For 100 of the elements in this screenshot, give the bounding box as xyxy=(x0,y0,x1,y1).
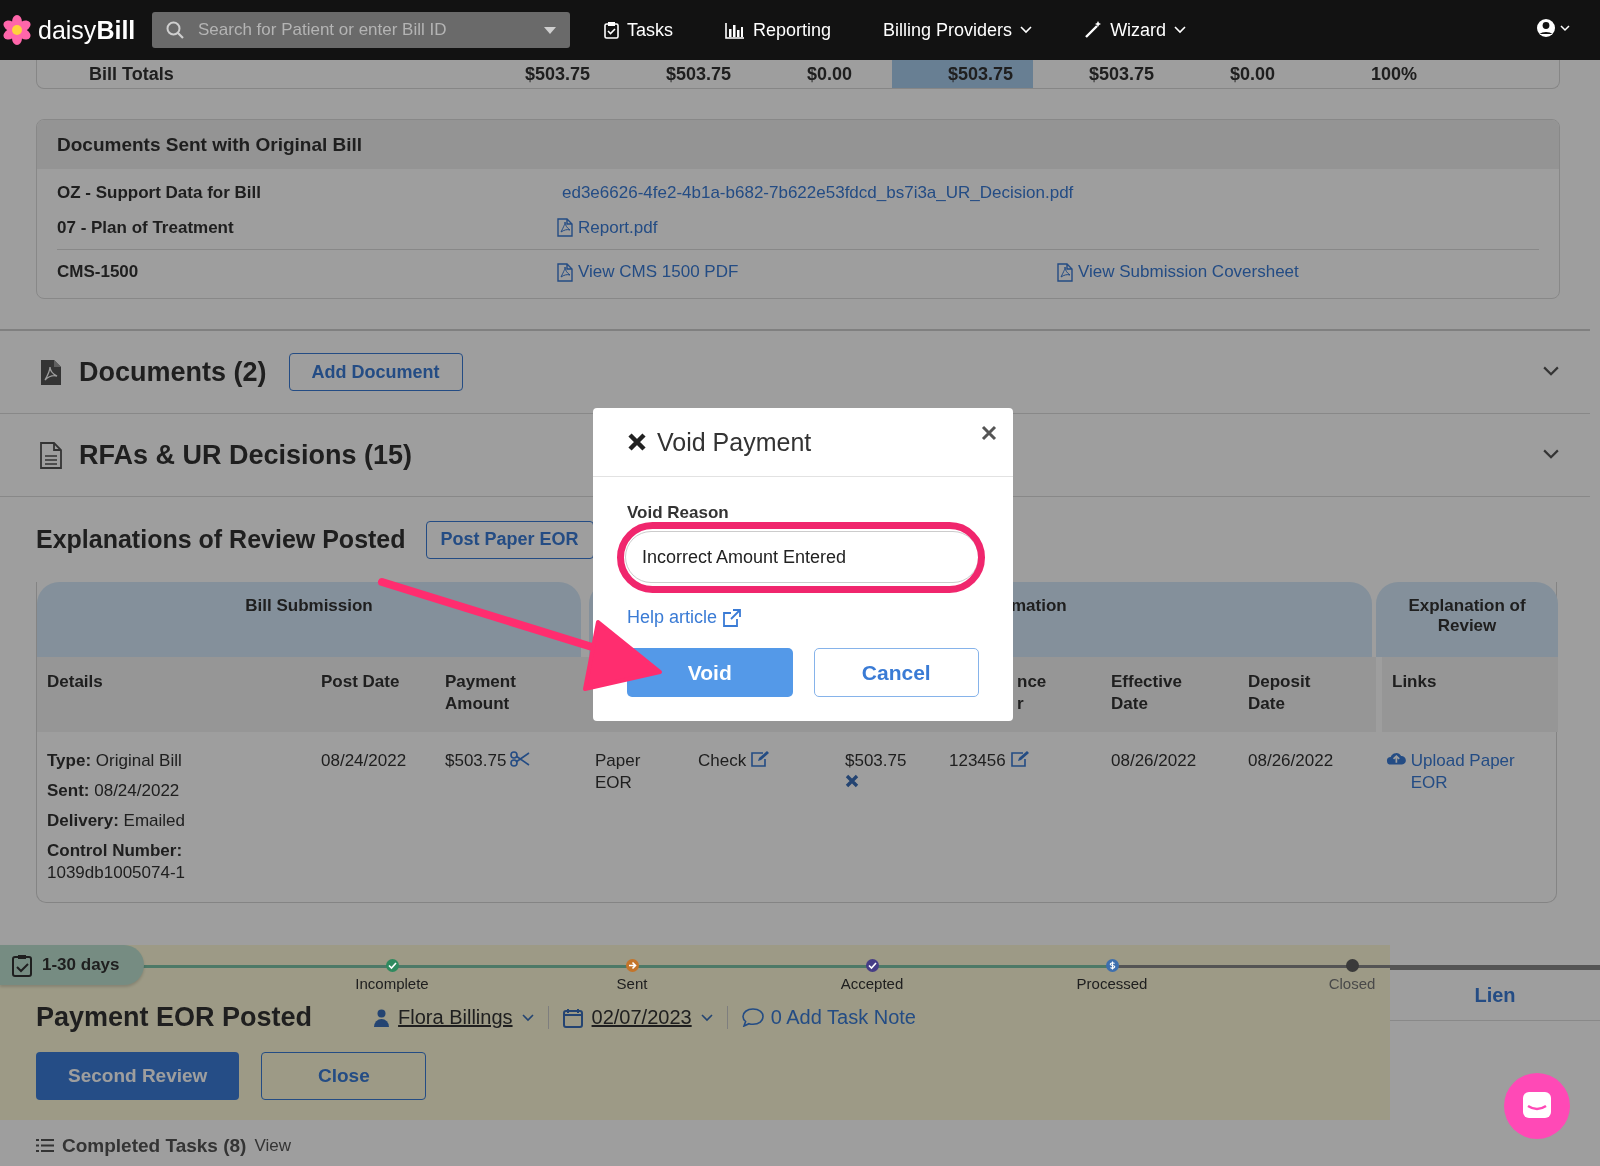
caret-icon xyxy=(544,26,556,34)
table-cell: 08/26/2022 xyxy=(1248,751,1334,770)
cloud-upload-icon xyxy=(1386,750,1407,766)
document-link[interactable]: Report.pdf xyxy=(578,217,658,238)
chat-button[interactable] xyxy=(1504,1073,1570,1139)
due-date-dropdown[interactable]: 02/07/2023 xyxy=(591,1006,692,1029)
close-icon[interactable] xyxy=(981,425,997,441)
app-logo[interactable]: daisyBill xyxy=(38,15,136,45)
user-account-icon[interactable] xyxy=(1536,17,1572,38)
table-cell: 08/24/2022 xyxy=(321,751,407,770)
completed-tasks-label: Completed Tasks (8) xyxy=(62,1134,247,1157)
bar-chart-icon xyxy=(725,21,745,39)
age-badge: 1-30 days xyxy=(0,945,144,985)
column-header: Deposit Date xyxy=(1238,657,1376,732)
clipboard-icon xyxy=(604,21,619,39)
search-icon xyxy=(166,21,184,39)
table-cell: 123456 xyxy=(949,751,1006,770)
total-value: $503.75 xyxy=(665,63,733,86)
detail-line: Delivery: Emailed xyxy=(47,810,186,833)
lien-tab[interactable]: Lien xyxy=(1390,970,1600,1021)
pdf-file-icon xyxy=(557,218,573,237)
view-link[interactable]: View xyxy=(254,1135,291,1156)
chevron-down-icon xyxy=(1542,449,1560,460)
external-link-icon xyxy=(723,608,742,627)
table-cell: Check xyxy=(698,751,747,770)
column-group-header: Explanation of Review xyxy=(1407,596,1527,637)
column-group-header: mation xyxy=(1011,596,1067,617)
card-title: Documents Sent with Original Bill xyxy=(37,120,1559,169)
pdf-file-icon xyxy=(40,358,62,386)
field-label: Void Reason xyxy=(627,503,730,523)
search-field[interactable]: Search for Patient or enter Bill ID xyxy=(152,12,570,48)
total-value: $0.00 xyxy=(806,63,854,86)
nav-menu-item[interactable]: Billing Providers xyxy=(873,13,1043,47)
second-review-button[interactable]: Second Review xyxy=(36,1052,240,1100)
search-input[interactable]: Search for Patient or enter Bill ID xyxy=(196,19,532,41)
document-link[interactable]: ed3e6626-4fe2-4b1a-b682-7b622e53fdcd_bs7i3a_UR_Decision.pdf xyxy=(562,182,1074,203)
section-title[interactable]: RFAs & UR Decisions (15) xyxy=(79,439,413,471)
detail-line: Sent: 08/24/2022 xyxy=(47,780,181,803)
void-button[interactable]: Void xyxy=(627,648,793,697)
pdf-file-icon xyxy=(557,262,573,282)
upload-link[interactable]: Upload Paper EOR xyxy=(1410,750,1548,795)
detail-line: Control Number: 1039db1005074-1 xyxy=(47,840,187,885)
table-cell: $503.75 xyxy=(445,751,507,770)
document-type: CMS-1500 xyxy=(57,262,140,282)
modal-title: Void Payment xyxy=(657,427,812,457)
nav-menu-item[interactable]: Tasks xyxy=(594,13,683,47)
section-title: Explanations of Review Posted xyxy=(36,525,406,554)
post-paper-eor-button[interactable]: Post Paper EOR xyxy=(425,520,594,559)
total-value: 100% xyxy=(1370,63,1419,86)
edit-icon[interactable] xyxy=(1009,750,1029,767)
scissors-icon[interactable] xyxy=(510,751,531,767)
person-icon xyxy=(374,1008,390,1027)
total-value: $0.00 xyxy=(1229,63,1277,86)
detail-line: Type: Original Bill xyxy=(47,750,183,772)
add-document-button[interactable]: Add Document xyxy=(288,353,463,391)
magic-wand-icon xyxy=(1084,21,1103,39)
help-article-link[interactable]: Help article xyxy=(627,607,718,628)
document-type: 07 - Plan of Treatment xyxy=(57,217,235,238)
table-cell: $503.75 xyxy=(845,751,907,770)
cancel-button[interactable]: Cancel xyxy=(813,648,979,697)
status-step-label: Processed xyxy=(1076,975,1148,992)
total-value: $503.75 xyxy=(892,60,1033,88)
flower-logo-icon xyxy=(2,15,32,45)
edit-icon[interactable] xyxy=(750,750,770,767)
assignee-dropdown[interactable]: Flora Billings xyxy=(398,1006,513,1029)
document-link[interactable]: View Submission Coversheet xyxy=(1078,262,1299,282)
column-header: Links xyxy=(1382,657,1558,732)
clipboard-check-icon xyxy=(12,953,32,977)
total-value: $503.75 xyxy=(524,63,592,86)
row-label: Bill Totals xyxy=(88,63,175,85)
chevron-down-icon xyxy=(700,1013,713,1022)
column-header: Payment Amount xyxy=(435,657,585,732)
status-step-label: Incomplete xyxy=(355,975,429,992)
status-step-label: Closed xyxy=(1328,975,1376,992)
close-button[interactable]: Close xyxy=(261,1052,427,1100)
document-link[interactable]: View CMS 1500 PDF xyxy=(578,262,739,282)
column-header: Post Date xyxy=(311,657,435,732)
section-title[interactable]: Documents (2) xyxy=(79,356,267,388)
close-icon[interactable] xyxy=(845,774,859,789)
pdf-file-icon xyxy=(1057,262,1073,282)
calendar-icon xyxy=(562,1007,583,1028)
x-mark-icon xyxy=(627,432,647,452)
nav-menu-item[interactable]: Reporting xyxy=(715,13,842,47)
column-group-header: Bill Submission xyxy=(245,596,373,617)
column-header: Details xyxy=(37,657,311,732)
total-value: $503.75 xyxy=(1088,63,1156,86)
task-title: Payment EOR Posted xyxy=(36,1002,313,1033)
void-reason-field[interactable]: Incorrect Amount Entered xyxy=(625,531,979,583)
chevron-down-icon xyxy=(521,1013,534,1022)
chevron-down-icon xyxy=(1542,366,1560,377)
status-step-label: Accepted xyxy=(840,975,904,992)
add-task-note-link[interactable]: 0 Add Task Note xyxy=(770,1006,916,1029)
status-step-label: Sent xyxy=(616,975,648,992)
column-header: Effective Date xyxy=(1101,657,1238,732)
document-icon xyxy=(40,441,62,469)
table-cell: 08/26/2022 xyxy=(1111,751,1197,770)
speech-bubble-icon xyxy=(741,1008,764,1027)
document-type: OZ - Support Data for Bill xyxy=(57,182,262,203)
nav-menu-item[interactable]: Wizard xyxy=(1074,13,1197,47)
list-icon xyxy=(36,1138,54,1153)
